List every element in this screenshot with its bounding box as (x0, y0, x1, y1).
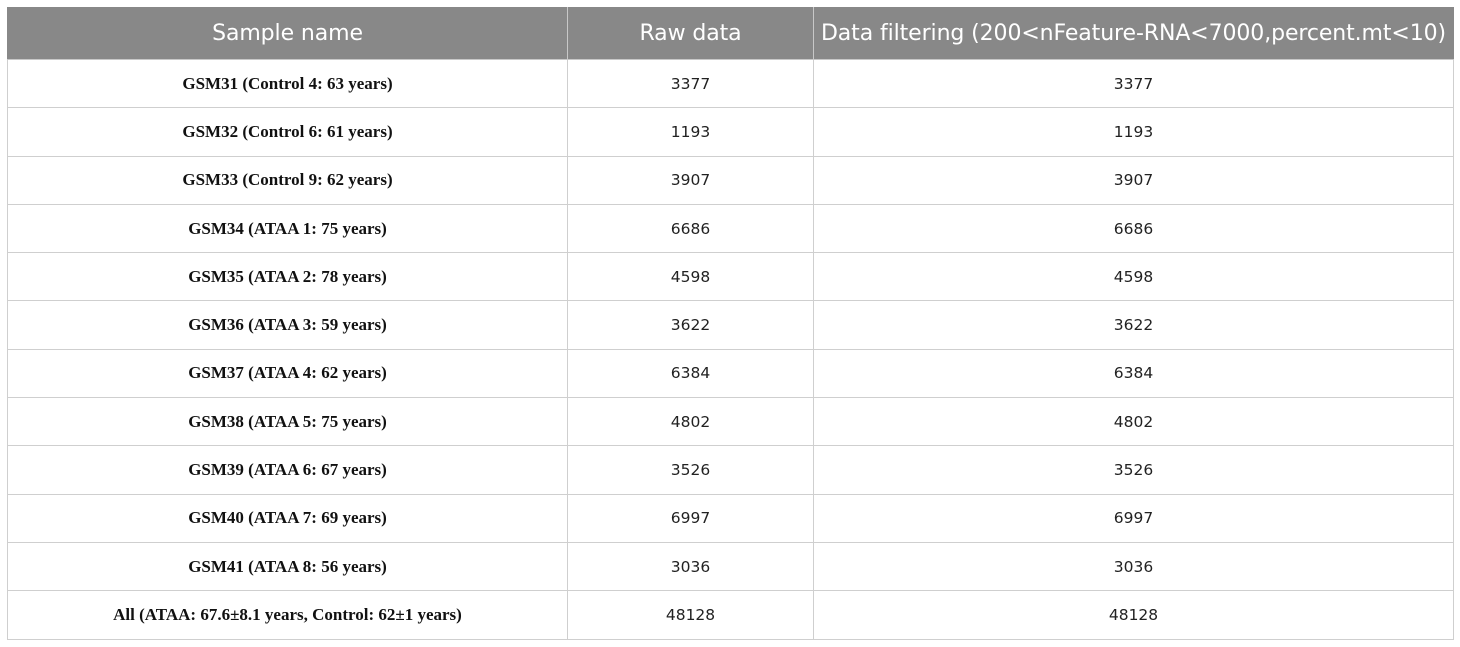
filtered-data-cell: 4598 (813, 252, 1454, 302)
filtered-data-cell: 6384 (813, 348, 1454, 399)
table-row: GSM34 (ATAA 1: 75 years) 6686 6686 (7, 203, 1454, 254)
filtered-data-cell: 3622 (813, 300, 1454, 350)
sample-name-cell: GSM35 (ATAA 2: 78 years) (7, 252, 568, 302)
raw-data-cell: 4802 (567, 397, 814, 447)
sample-table: Sample name Raw data Data filtering (200… (7, 7, 1454, 640)
raw-data-cell: 48128 (567, 590, 814, 640)
table-row: GSM41 (ATAA 8: 56 years) 3036 3036 (7, 541, 1454, 592)
sample-name-cell: GSM40 (ATAA 7: 69 years) (7, 493, 568, 543)
filtered-data-cell: 3907 (813, 155, 1454, 205)
filtered-data-cell: 1193 (813, 107, 1454, 157)
sample-name-cell: GSM32 (Control 6: 61 years) (7, 107, 568, 157)
raw-data-cell: 6997 (567, 493, 814, 543)
header-data-filtering: Data filtering (200<nFeature-RNA<7000,pe… (813, 7, 1454, 60)
raw-data-cell: 3526 (567, 445, 814, 495)
filtered-data-cell: 48128 (813, 590, 1454, 640)
raw-data-cell: 6384 (567, 348, 814, 399)
table-row: GSM33 (Control 9: 62 years) 3907 3907 (7, 155, 1454, 205)
filtered-data-cell: 3377 (813, 58, 1454, 109)
header-row: Sample name Raw data Data filtering (200… (7, 7, 1454, 60)
table-row: GSM40 (ATAA 7: 69 years) 6997 6997 (7, 493, 1454, 543)
table-row: GSM37 (ATAA 4: 62 years) 6384 6384 (7, 348, 1454, 399)
header-raw-data: Raw data (567, 7, 814, 60)
filtered-data-cell: 4802 (813, 397, 1454, 447)
sample-name-cell: GSM38 (ATAA 5: 75 years) (7, 397, 568, 447)
table-row: GSM31 (Control 4: 63 years) 3377 3377 (7, 58, 1454, 109)
sample-name-cell: GSM34 (ATAA 1: 75 years) (7, 203, 568, 254)
raw-data-cell: 3377 (567, 58, 814, 109)
filtered-data-cell: 3526 (813, 445, 1454, 495)
table-body: GSM31 (Control 4: 63 years) 3377 3377 GSM32… (7, 58, 1454, 640)
filtered-data-cell: 6997 (813, 493, 1454, 543)
filtered-data-cell: 6686 (813, 203, 1454, 254)
table-header: Sample name Raw data Data filtering (200… (7, 7, 1454, 60)
table-row: All (ATAA: 67.6±8.1 years, Control: 62±1… (7, 590, 1454, 640)
data-table-container: Sample name Raw data Data filtering (200… (7, 7, 1454, 640)
raw-data-cell: 3907 (567, 155, 814, 205)
sample-name-cell: GSM36 (ATAA 3: 59 years) (7, 300, 568, 350)
header-sample-name: Sample name (7, 7, 568, 60)
table-row: GSM32 (Control 6: 61 years) 1193 1193 (7, 107, 1454, 157)
sample-name-cell: GSM33 (Control 9: 62 years) (7, 155, 568, 205)
raw-data-cell: 3622 (567, 300, 814, 350)
raw-data-cell: 4598 (567, 252, 814, 302)
raw-data-cell: 3036 (567, 541, 814, 592)
table-row: GSM39 (ATAA 6: 67 years) 3526 3526 (7, 445, 1454, 495)
filtered-data-cell: 3036 (813, 541, 1454, 592)
sample-name-cell: GSM37 (ATAA 4: 62 years) (7, 348, 568, 399)
raw-data-cell: 1193 (567, 107, 814, 157)
table-row: GSM36 (ATAA 3: 59 years) 3622 3622 (7, 300, 1454, 350)
sample-name-cell: GSM41 (ATAA 8: 56 years) (7, 541, 568, 592)
sample-name-cell: GSM39 (ATAA 6: 67 years) (7, 445, 568, 495)
sample-name-cell: All (ATAA: 67.6±8.1 years, Control: 62±1… (7, 590, 568, 640)
sample-name-cell: GSM31 (Control 4: 63 years) (7, 58, 568, 109)
table-row: GSM38 (ATAA 5: 75 years) 4802 4802 (7, 397, 1454, 447)
raw-data-cell: 6686 (567, 203, 814, 254)
table-row: GSM35 (ATAA 2: 78 years) 4598 4598 (7, 252, 1454, 302)
